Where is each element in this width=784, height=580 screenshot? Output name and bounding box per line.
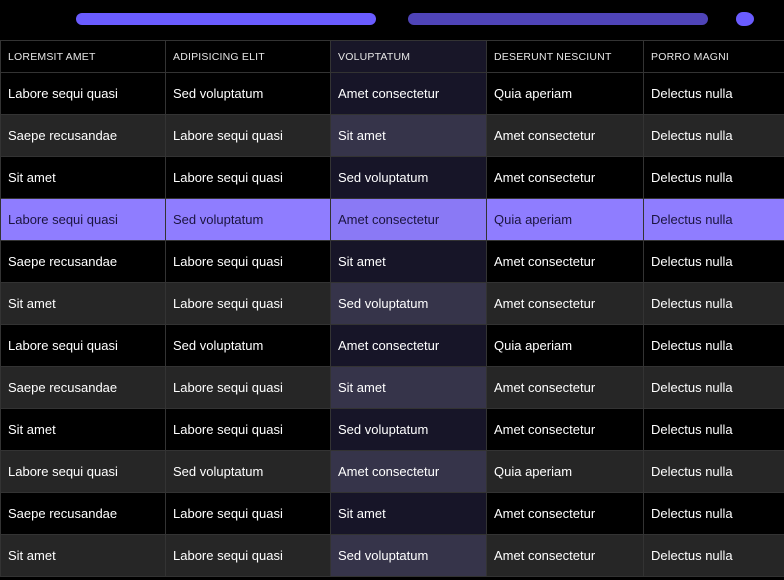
table-cell[interactable]: Saepe recusandae <box>0 492 166 535</box>
table-cell[interactable]: Labore sequi quasi <box>165 240 331 283</box>
horizontal-scroll-track-right[interactable] <box>408 13 708 25</box>
table-cell[interactable]: Sit amet <box>330 114 487 157</box>
table-cell[interactable]: Sit amet <box>0 156 166 199</box>
table-cell[interactable]: Delectus nulla <box>643 282 784 325</box>
table-cell[interactable]: Labore sequi quasi <box>165 156 331 199</box>
table-cell[interactable]: Delectus nulla <box>643 114 784 157</box>
table-cell[interactable]: Sit amet <box>0 408 166 451</box>
table-row[interactable]: Labore sequi quasi Sed voluptatum Amet con… <box>0 450 784 493</box>
table-cell[interactable]: Quia aperiam <box>486 450 644 493</box>
scroll-thumb-icon[interactable] <box>736 12 754 26</box>
table-row[interactable]: Saepe recusandae Labore sequi quasi Sit am… <box>0 492 784 535</box>
table-cell[interactable]: Sed voluptatum <box>165 198 331 241</box>
table-cell[interactable]: Quia aperiam <box>486 72 644 115</box>
table-cell[interactable]: Labore sequi quasi <box>165 408 331 451</box>
table-cell[interactable]: Sed voluptatum <box>165 450 331 493</box>
table-cell[interactable]: Sed voluptatum <box>165 72 331 115</box>
table-cell[interactable]: Sed voluptatum <box>330 408 487 451</box>
table-row[interactable]: Sit amet Labore sequi quasi Sed voluptatum… <box>0 408 784 451</box>
table-cell[interactable]: Amet consectetur <box>486 240 644 283</box>
table-row[interactable]: Sit amet Labore sequi quasi Sed voluptatum… <box>0 534 784 577</box>
table-cell[interactable]: Amet consectetur <box>486 534 644 577</box>
table-cell[interactable]: Sit amet <box>330 366 487 409</box>
table-cell[interactable]: Sed voluptatum <box>165 324 331 367</box>
column-header-loremsit-amet[interactable]: LOREMSIT AMET <box>0 40 166 73</box>
table-cell[interactable]: Sed voluptatum <box>330 282 487 325</box>
table-cell[interactable]: Sit amet <box>0 534 166 577</box>
table-cell[interactable]: Quia aperiam <box>486 198 644 241</box>
table-cell[interactable]: Labore sequi quasi <box>165 366 331 409</box>
table-cell[interactable]: Labore sequi quasi <box>0 324 166 367</box>
table-cell[interactable]: Delectus nulla <box>643 534 784 577</box>
table-row[interactable]: Labore sequi quasi Sed voluptatum Amet con… <box>0 198 784 241</box>
table-header-row: LOREMSIT AMET ADIPISICING ELIT VOLUPTATU… <box>0 40 784 73</box>
table-row[interactable]: Sit amet Labore sequi quasi Sed voluptatum… <box>0 282 784 325</box>
data-table: LOREMSIT AMET ADIPISICING ELIT VOLUPTATU… <box>0 40 784 577</box>
table-cell[interactable]: Saepe recusandae <box>0 114 166 157</box>
table-cell[interactable]: Delectus nulla <box>643 156 784 199</box>
table-cell[interactable]: Amet consectetur <box>486 492 644 535</box>
table-cell[interactable]: Delectus nulla <box>643 408 784 451</box>
horizontal-scroll-track-left[interactable] <box>76 13 376 25</box>
table-cell[interactable]: Delectus nulla <box>643 450 784 493</box>
table-cell[interactable]: Saepe recusandae <box>0 240 166 283</box>
table-cell[interactable]: Labore sequi quasi <box>165 114 331 157</box>
table-cell[interactable]: Amet consectetur <box>330 450 487 493</box>
table-cell[interactable]: Delectus nulla <box>643 492 784 535</box>
table-cell[interactable]: Delectus nulla <box>643 198 784 241</box>
table-cell[interactable]: Labore sequi quasi <box>165 534 331 577</box>
table-row[interactable]: Sit amet Labore sequi quasi Sed voluptatum… <box>0 156 784 199</box>
column-header-deserunt-nesciunt[interactable]: DESERUNT NESCIUNT <box>486 40 644 73</box>
table-row[interactable]: Labore sequi quasi Sed voluptatum Amet con… <box>0 324 784 367</box>
table-cell[interactable]: Amet consectetur <box>486 282 644 325</box>
table-cell[interactable]: Amet consectetur <box>330 324 487 367</box>
table-cell[interactable]: Delectus nulla <box>643 72 784 115</box>
table-cell[interactable]: Amet consectetur <box>486 408 644 451</box>
top-toolbar <box>0 0 784 40</box>
table-cell[interactable]: Sit amet <box>330 492 487 535</box>
table-cell[interactable]: Delectus nulla <box>643 240 784 283</box>
table-cell[interactable]: Sit amet <box>0 282 166 325</box>
table-cell[interactable]: Saepe recusandae <box>0 366 166 409</box>
table-row[interactable]: Saepe recusandae Labore sequi quasi Sit am… <box>0 114 784 157</box>
column-header-adipisicing-elit[interactable]: ADIPISICING ELIT <box>165 40 331 73</box>
table-cell[interactable]: Delectus nulla <box>643 324 784 367</box>
table-cell[interactable]: Sed voluptatum <box>330 156 487 199</box>
table-cell[interactable]: Labore sequi quasi <box>165 492 331 535</box>
table-cell[interactable]: Delectus nulla <box>643 366 784 409</box>
column-header-voluptatum[interactable]: VOLUPTATUM <box>330 40 487 73</box>
table-row[interactable]: Saepe recusandae Labore sequi quasi Sit am… <box>0 366 784 409</box>
table-cell[interactable]: Sit amet <box>330 240 487 283</box>
table-cell[interactable]: Sed voluptatum <box>330 534 487 577</box>
table-cell[interactable]: Labore sequi quasi <box>0 72 166 115</box>
table-row[interactable]: Saepe recusandae Labore sequi quasi Sit am… <box>0 240 784 283</box>
table-cell[interactable]: Labore sequi quasi <box>0 198 166 241</box>
table-row[interactable]: Labore sequi quasi Sed voluptatum Amet con… <box>0 72 784 115</box>
table-cell[interactable]: Labore sequi quasi <box>165 282 331 325</box>
table-cell[interactable]: Labore sequi quasi <box>0 450 166 493</box>
table-cell[interactable]: Quia aperiam <box>486 324 644 367</box>
table-cell[interactable]: Amet consectetur <box>330 198 487 241</box>
table-cell[interactable]: Amet consectetur <box>486 156 644 199</box>
table-cell[interactable]: Amet consectetur <box>330 72 487 115</box>
table-cell[interactable]: Amet consectetur <box>486 366 644 409</box>
table-cell[interactable]: Amet consectetur <box>486 114 644 157</box>
column-header-porro-magni[interactable]: PORRO MAGNI <box>643 40 784 73</box>
